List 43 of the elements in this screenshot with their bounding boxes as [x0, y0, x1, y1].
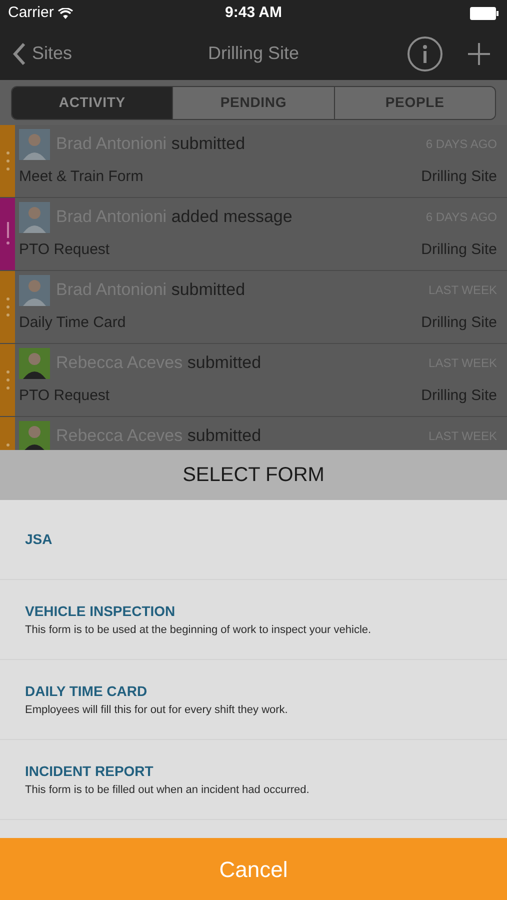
form-option[interactable]: DAILY TIME CARD Employees will fill this for out for every shift they work. — [0, 660, 507, 740]
form-option[interactable]: JSA — [0, 500, 507, 580]
avatar-icon — [19, 128, 50, 160]
form-option[interactable]: VEHICLE INSPECTION This form is to be used at the beginning of work to inspect your vehicle. — [0, 580, 507, 660]
form-title: VEHICLE INSPECTION — [25, 602, 176, 621]
form-title: INCIDENT REPORT — [25, 762, 154, 781]
exclamation-icon — [6, 222, 10, 246]
segment-tab[interactable]: ACTIVITY — [12, 86, 172, 118]
form-name: Daily Time Card — [19, 313, 126, 333]
site-name: Drilling Site — [421, 240, 497, 260]
site-name: Drilling Site — [421, 313, 497, 333]
form-description: Employees will fill this for out for every shift they work. — [25, 702, 289, 718]
form-description: This form is to be filled out when an incident had occurred. — [25, 782, 310, 798]
avatar-icon — [19, 348, 50, 378]
avatar-icon — [19, 274, 50, 306]
form-name: PTO Request — [19, 386, 110, 406]
dots-icon — [6, 297, 10, 317]
segment-tab[interactable]: PENDING — [172, 86, 334, 118]
dots-icon — [6, 370, 10, 390]
dots-icon — [6, 151, 10, 171]
form-name: PTO Request — [19, 240, 110, 260]
sheet-title: SELECT FORM — [182, 463, 324, 488]
info-icon — [407, 36, 443, 72]
site-name: Drilling Site — [421, 167, 497, 187]
plus-icon — [467, 42, 491, 66]
site-name: Drilling Site — [421, 386, 497, 406]
avatar-icon — [19, 420, 50, 450]
battery-icon — [470, 7, 499, 20]
wifi-icon — [58, 8, 73, 19]
form-title: DAILY TIME CARD — [25, 682, 148, 701]
form-name: Meet & Train Form — [19, 167, 144, 187]
form-title: JSA — [25, 530, 54, 549]
nav-title: Drilling Site — [206, 42, 300, 65]
add-button[interactable] — [467, 42, 491, 66]
chevron-left-icon — [12, 42, 26, 66]
clock-time: 9:43 AM — [225, 3, 282, 24]
avatar-icon — [19, 202, 50, 232]
back-button[interactable]: Sites — [12, 40, 132, 67]
info-button[interactable] — [407, 36, 443, 72]
segment-tab[interactable]: PEOPLE — [334, 86, 495, 118]
form-option[interactable]: INCIDENT REPORT This form is to be filled out when an incident had occurred. — [0, 740, 507, 820]
carrier-label: Carrier — [8, 3, 54, 24]
form-description: This form is to be used at the beginning of work to inspect your vehicle. — [25, 622, 372, 638]
